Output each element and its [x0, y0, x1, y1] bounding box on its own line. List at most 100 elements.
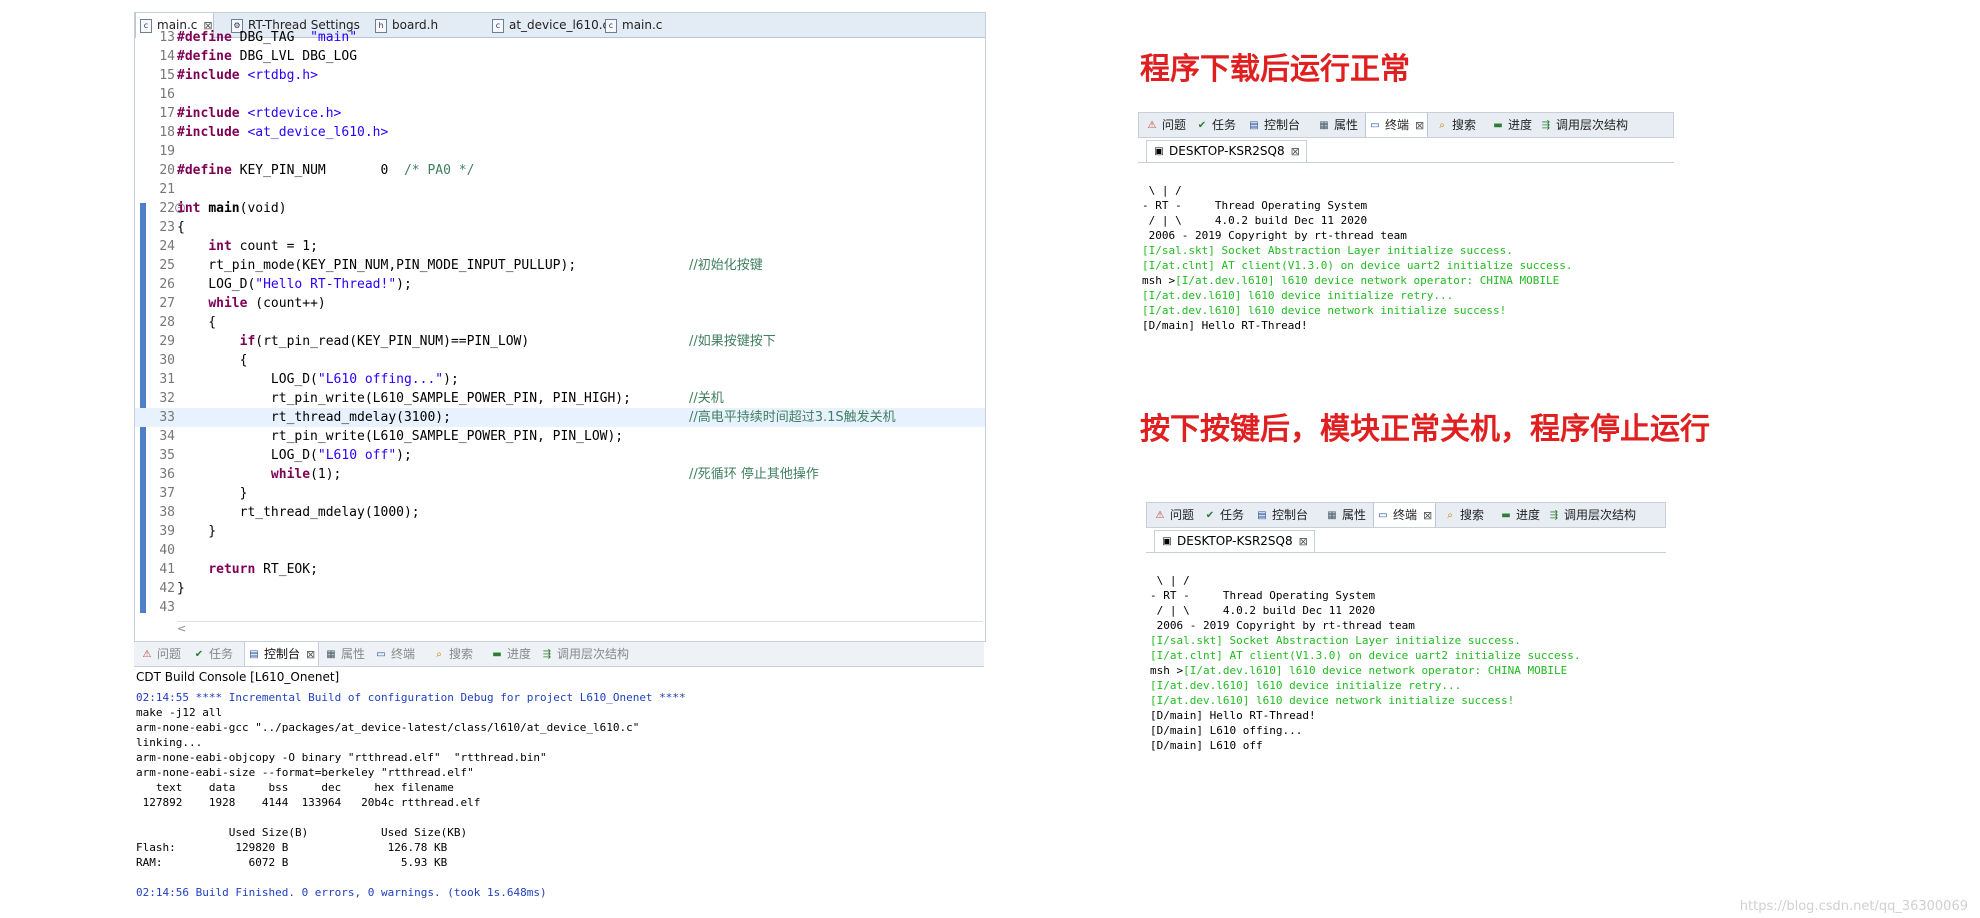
- code-line[interactable]: 40: [135, 541, 985, 560]
- line-number: 41: [159, 562, 175, 577]
- session-tab[interactable]: ▣ DESKTOP-KSR2SQ8 ⊠: [1146, 140, 1307, 162]
- close-icon[interactable]: ⊠: [1415, 114, 1424, 137]
- panel-tab[interactable]: ⌕ 搜索: [1433, 113, 1479, 137]
- close-icon[interactable]: ⊠: [1423, 504, 1432, 527]
- code-line[interactable]: 34 rt_pin_write(L610_SAMPLE_POWER_PIN, P…: [135, 427, 985, 446]
- problems-icon: ⚠: [1147, 119, 1157, 131]
- console-icon: ▤: [249, 648, 259, 660]
- panel-tab-label: 任务: [1220, 508, 1245, 522]
- code-line[interactable]: 35 LOG_D("L610 off");: [135, 446, 985, 465]
- code-line[interactable]: 16: [135, 85, 985, 104]
- panel-tab[interactable]: ▤ 控制台: [1245, 113, 1303, 137]
- console-line: Flash: 129820 B 126.78 KB: [136, 841, 448, 854]
- panel-tab[interactable]: ⇶ 调用层次结构: [1537, 113, 1631, 137]
- panel-tab[interactable]: ▭ 终端 ⊠: [1365, 113, 1429, 137]
- panel-tab-label: 进度: [507, 647, 532, 661]
- panel-tab[interactable]: ▬ 进度: [1489, 113, 1535, 137]
- panel-tab[interactable]: ⇶ 调用层次结构: [538, 642, 632, 666]
- code-line[interactable]: 39 }: [135, 522, 985, 541]
- code-line[interactable]: 30 {: [135, 351, 985, 370]
- terminal-line: [I/at.clnt] AT client(V1.3.0) on device …: [1150, 649, 1581, 662]
- code-line[interactable]: 32 rt_pin_write(L610_SAMPLE_POWER_PIN, P…: [135, 389, 985, 408]
- terminal-line: [I/at.dev.l610] l610 device initialize r…: [1142, 289, 1454, 302]
- panel-tab[interactable]: ✔ 任务: [190, 642, 236, 666]
- panel-tab-label: 问题: [157, 647, 182, 661]
- panel-tab[interactable]: ▦ 属性: [1315, 113, 1361, 137]
- close-icon[interactable]: ⊠: [1299, 531, 1308, 552]
- code-line[interactable]: 27 while (count++): [135, 294, 985, 313]
- code-comment: //高电平持续时间超过3.1S触发关机: [689, 410, 896, 425]
- panel-tab-label: 任务: [1212, 118, 1237, 132]
- code-line[interactable]: 13 #define DBG_TAG "main": [135, 28, 985, 47]
- panel-tab[interactable]: ▤ 控制台: [1253, 503, 1311, 527]
- code-line[interactable]: 14 #define DBG_LVL DBG_LOG: [135, 47, 985, 66]
- code-line[interactable]: 29 if(rt_pin_read(KEY_PIN_NUM)==PIN_LOW)…: [135, 332, 985, 351]
- line-number: 35: [159, 448, 175, 463]
- code-text: #define DBG_TAG "main": [177, 30, 358, 45]
- code-line[interactable]: 38 rt_thread_mdelay(1000);: [135, 503, 985, 522]
- panel-tab-label: 搜索: [1452, 118, 1477, 132]
- code-text: }: [177, 524, 217, 539]
- code-line[interactable]: 37 }: [135, 484, 985, 503]
- panel-tab[interactable]: ⚠ 问题: [1151, 503, 1197, 527]
- code-line[interactable]: 23{: [135, 218, 985, 237]
- code-text: #include <rtdevice.h>: [177, 106, 342, 121]
- panel-tab[interactable]: ▤ 控制台 ⊠: [244, 642, 320, 667]
- code-line[interactable]: 31 LOG_D("L610 offing...");: [135, 370, 985, 389]
- session-tab[interactable]: ▣ DESKTOP-KSR2SQ8 ⊠: [1154, 530, 1315, 552]
- code-text: #include <rtdbg.h>: [177, 68, 318, 83]
- panel-tab[interactable]: ⇶ 调用层次结构: [1545, 503, 1639, 527]
- code-line[interactable]: 20 #define KEY_PIN_NUM 0 /* PA0 */: [135, 161, 985, 180]
- close-icon[interactable]: ⊠: [306, 643, 315, 667]
- code-line[interactable]: 36 while(1); //死循环 停止其他操作: [135, 465, 985, 484]
- panel-tab[interactable]: ▬ 进度: [1497, 503, 1543, 527]
- code-line[interactable]: 43: [135, 598, 985, 617]
- code-text: rt_pin_write(L610_SAMPLE_POWER_PIN, PIN_…: [177, 391, 631, 406]
- terminal-line: [I/at.dev.l610] l610 device network init…: [1142, 304, 1507, 317]
- panel-tab[interactable]: ⌕ 搜索: [430, 642, 476, 666]
- tasks-icon: ✔: [1197, 119, 1207, 131]
- panel-tab[interactable]: ⌕ 搜索: [1441, 503, 1487, 527]
- code-line[interactable]: 17 #include <rtdevice.h>: [135, 104, 985, 123]
- code-line[interactable]: 28 {: [135, 313, 985, 332]
- panel-tab[interactable]: ⚠ 问题: [138, 642, 184, 666]
- code-text: LOG_D("L610 offing...");: [177, 372, 459, 387]
- terminal-line: / | \ 4.0.2 build Dec 11 2020: [1150, 604, 1376, 617]
- panel-tab[interactable]: ✔ 任务: [1201, 503, 1247, 527]
- panel-tab[interactable]: ▭ 终端 ⊠: [1373, 503, 1437, 527]
- console-line: text data bss dec hex filename: [136, 781, 454, 794]
- panel-tab[interactable]: ▭ 终端: [372, 642, 418, 666]
- panel-tab[interactable]: ▦ 属性: [322, 642, 368, 666]
- code-line[interactable]: 21: [135, 180, 985, 199]
- code-line[interactable]: 24 int count = 1;: [135, 237, 985, 256]
- call-hierarchy-icon: ⇶: [1541, 119, 1551, 131]
- terminal-line: 2006 - 2019 Copyright by rt-thread team: [1142, 229, 1407, 242]
- code-line[interactable]: 15 #include <rtdbg.h>: [135, 66, 985, 85]
- code-line[interactable]: 19: [135, 142, 985, 161]
- panel-tab[interactable]: ▬ 进度: [488, 642, 534, 666]
- code-line[interactable]: 18 #include <at_device_l610.h>: [135, 123, 985, 142]
- code-text: int count = 1;: [208, 239, 318, 254]
- panel-tab[interactable]: ⚠ 问题: [1143, 113, 1189, 137]
- horizontal-scrollbar[interactable]: <: [177, 621, 983, 636]
- panel-tab[interactable]: ▦ 属性: [1323, 503, 1369, 527]
- panel-tab[interactable]: ✔ 任务: [1193, 113, 1239, 137]
- close-icon[interactable]: ⊠: [1291, 141, 1300, 162]
- code-line[interactable]: 33 rt_thread_mdelay(3100); //高电平持续时间超过3.1…: [135, 408, 985, 427]
- panel-tab-label: 调用层次结构: [557, 647, 630, 661]
- panel-tab-label: 问题: [1170, 508, 1195, 522]
- code-comment: //死循环 停止其他操作: [689, 467, 819, 482]
- code-line[interactable]: 41 return RT_EOK;: [135, 560, 985, 579]
- session-tab-bar: ▣ DESKTOP-KSR2SQ8 ⊠: [1138, 140, 1674, 163]
- terminal-line: [D/main] Hello RT-Thread!: [1142, 319, 1308, 332]
- code-line[interactable]: 25 rt_pin_mode(KEY_PIN_NUM,PIN_MODE_INPU…: [135, 256, 985, 275]
- line-number: 40: [159, 543, 175, 558]
- code-line[interactable]: 22− int main(void): [135, 199, 985, 218]
- scroll-left-arrow[interactable]: <: [177, 622, 186, 635]
- code-line[interactable]: 26 LOG_D("Hello RT-Thread!");: [135, 275, 985, 294]
- line-number: 13: [159, 30, 175, 45]
- code-text: while (count++): [208, 296, 326, 311]
- panel-tab-label: 属性: [1342, 508, 1367, 522]
- properties-icon: ▦: [1327, 509, 1337, 521]
- code-line[interactable]: 42}: [135, 579, 985, 598]
